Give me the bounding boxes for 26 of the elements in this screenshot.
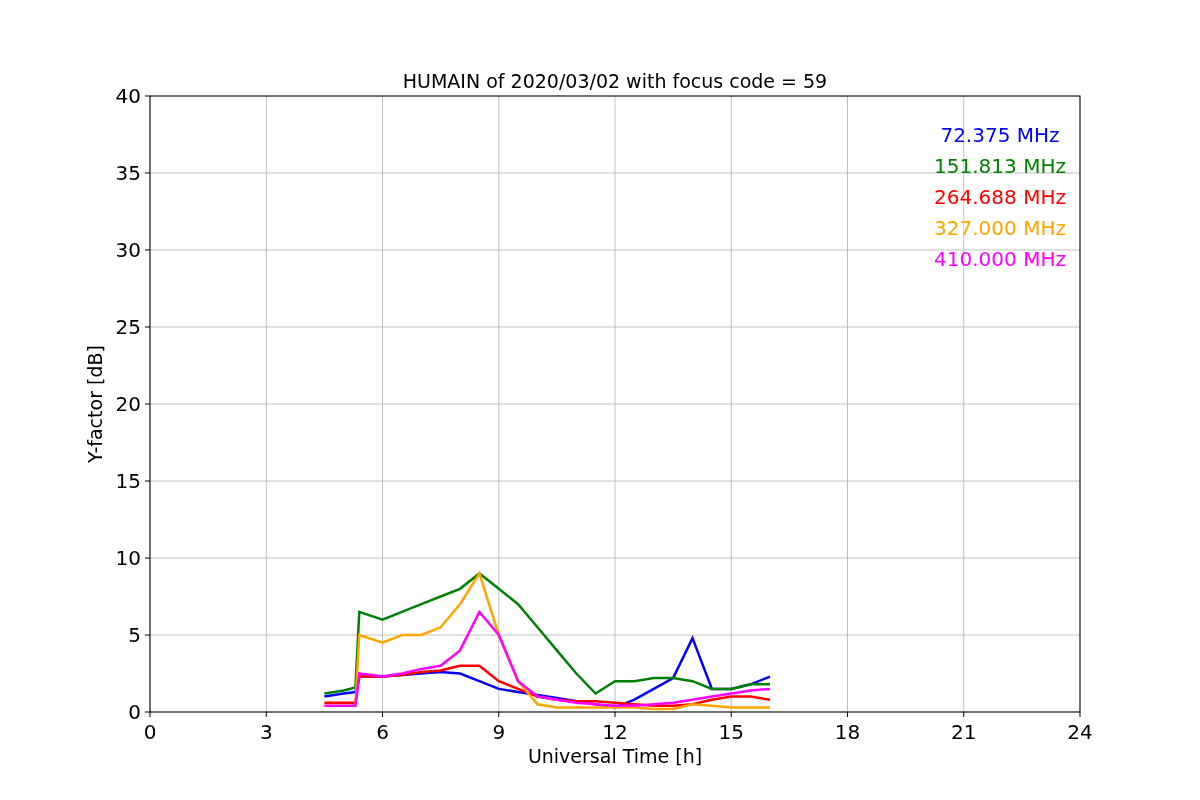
tick-label: 20 bbox=[115, 392, 141, 416]
y-axis-label: Y-factor [dB] bbox=[84, 345, 106, 463]
tick-label: 0 bbox=[128, 700, 141, 724]
tick-label: 5 bbox=[128, 623, 141, 647]
tick-label: 9 bbox=[492, 720, 506, 744]
tick-label: 24 bbox=[1067, 720, 1093, 744]
tick-label: 3 bbox=[259, 720, 273, 744]
tick-label: 0 bbox=[143, 720, 157, 744]
tick-label: 18 bbox=[834, 720, 861, 744]
legend-label: 327.000 MHz bbox=[934, 216, 1066, 240]
legend-label: 151.813 MHz bbox=[934, 154, 1066, 178]
legend-label: 72.375 MHz bbox=[940, 123, 1060, 147]
chart-title: HUMAIN of 2020/03/02 with focus code = 59 bbox=[402, 70, 828, 92]
tick-label: 25 bbox=[115, 315, 141, 339]
tick-label: 35 bbox=[115, 161, 141, 185]
tick-label: 21 bbox=[951, 720, 977, 744]
legend-label: 264.688 MHz bbox=[934, 185, 1066, 209]
tick-label: 40 bbox=[115, 84, 141, 108]
tick-label: 6 bbox=[376, 720, 389, 744]
x-axis-label: Universal Time [h] bbox=[527, 745, 703, 767]
tick-label: 10 bbox=[115, 546, 141, 570]
tick-label: 15 bbox=[115, 469, 141, 493]
tick-label: 12 bbox=[602, 720, 628, 744]
legend-label: 410.000 MHz bbox=[934, 247, 1066, 271]
tick-label: 15 bbox=[718, 720, 744, 744]
tick-label: 30 bbox=[115, 238, 141, 262]
